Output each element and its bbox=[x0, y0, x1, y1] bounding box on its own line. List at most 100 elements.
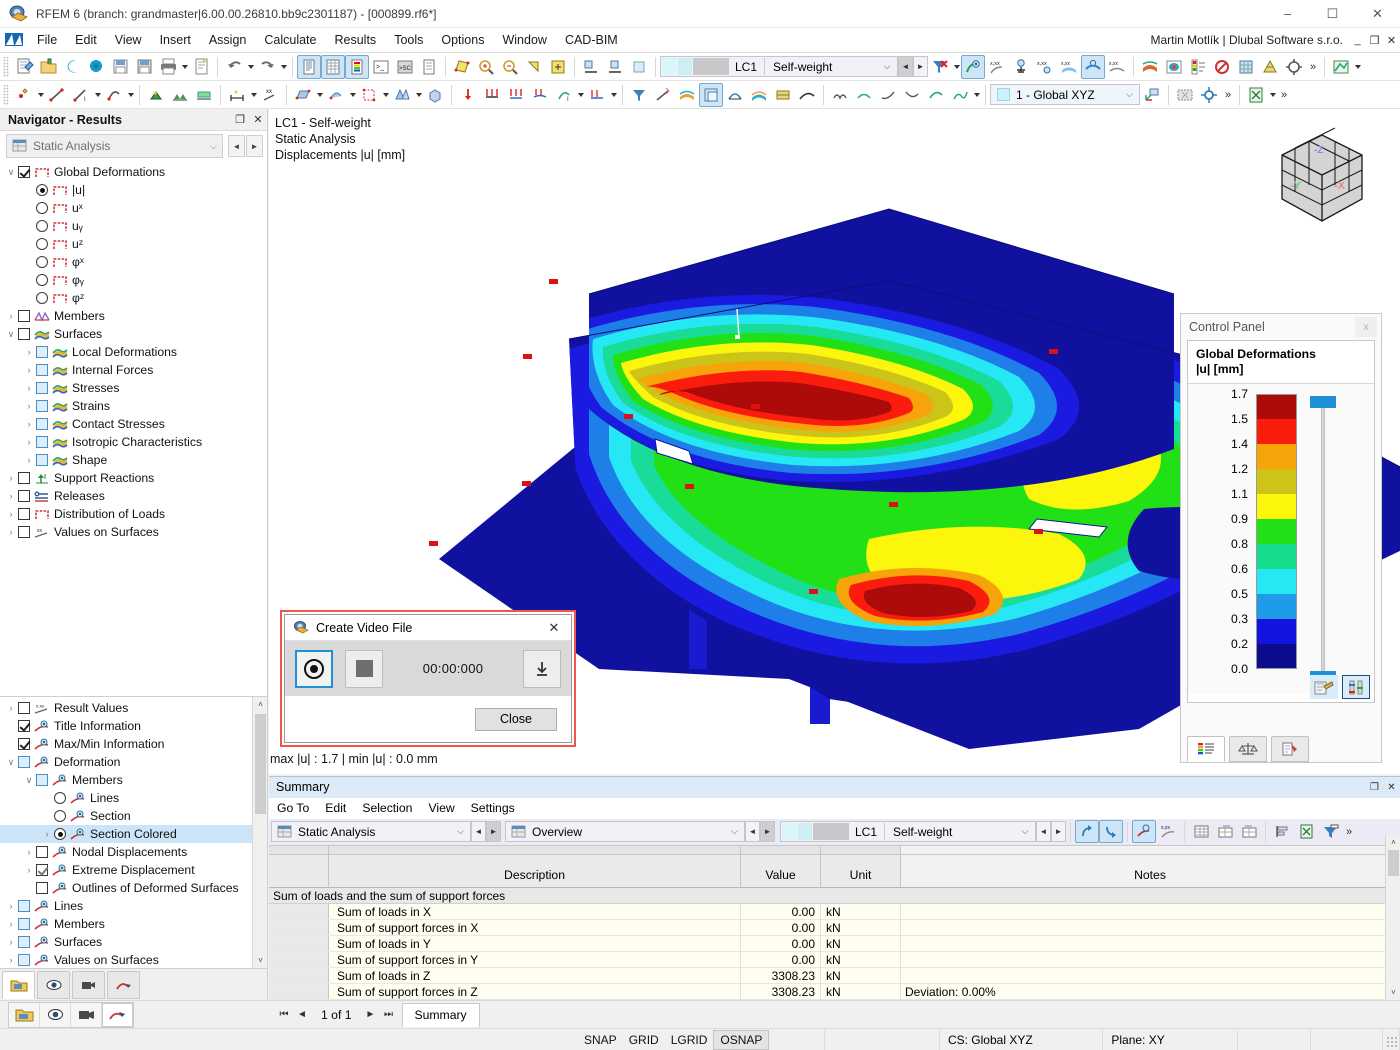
save-as-icon[interactable] bbox=[108, 55, 132, 79]
legend-slider-thumb-max[interactable] bbox=[1310, 396, 1336, 408]
load-case-next-button[interactable]: ► bbox=[913, 56, 928, 77]
table-scroll-down-button[interactable]: ˅ bbox=[1386, 985, 1400, 1000]
checkbox[interactable] bbox=[18, 526, 30, 538]
legend-color-swatch[interactable] bbox=[1256, 469, 1297, 494]
chevron-right-icon[interactable]: › bbox=[22, 865, 36, 875]
view-options-dropdown-caret[interactable] bbox=[1353, 55, 1362, 79]
checkbox[interactable] bbox=[36, 846, 48, 858]
checkbox-checked[interactable] bbox=[18, 720, 30, 732]
chevron-down-icon[interactable]: ⌵ bbox=[1120, 89, 1139, 100]
column-header-unit[interactable]: Unit bbox=[821, 854, 901, 888]
lgrid-toggle[interactable]: LGRID bbox=[665, 1031, 714, 1049]
cloud-model-icon[interactable] bbox=[84, 55, 108, 79]
mdi-minimize-button[interactable]: _ bbox=[1349, 31, 1366, 49]
summary-view-selector[interactable]: Overview ⌵ bbox=[505, 821, 745, 843]
table-insert-col-icon[interactable] bbox=[1237, 820, 1261, 843]
window-maximize-button[interactable]: ☐ bbox=[1310, 0, 1355, 28]
palette-icon[interactable] bbox=[1310, 675, 1338, 699]
filter-table-icon[interactable] bbox=[1318, 820, 1342, 843]
checkbox-disabled[interactable] bbox=[36, 418, 48, 430]
navigator-scroll-down-button[interactable]: ˅ bbox=[253, 953, 267, 968]
section-view-icon[interactable] bbox=[771, 83, 795, 107]
summary-lc-prev-button[interactable]: ◄ bbox=[1036, 821, 1051, 843]
checkbox-disabled[interactable] bbox=[36, 364, 48, 376]
new-member-icon[interactable] bbox=[102, 83, 126, 107]
coordinate-system-selector[interactable]: 1 - Global XYZ ⌵ bbox=[990, 84, 1140, 105]
surface-set-dropdown-caret[interactable] bbox=[414, 83, 423, 107]
table-row[interactable]: Sum of support forces in Y 0.00 kN bbox=[269, 952, 1400, 969]
summary-menu-selection[interactable]: Selection bbox=[354, 799, 420, 817]
navigator-prev-button[interactable]: ◄ bbox=[228, 135, 245, 157]
checkbox-disabled[interactable] bbox=[36, 774, 48, 786]
result-diagram-icon[interactable] bbox=[1009, 55, 1033, 79]
diagram-1-icon[interactable] bbox=[828, 83, 852, 107]
radio-button[interactable] bbox=[36, 256, 48, 268]
print-dropdown-caret[interactable] bbox=[180, 55, 189, 79]
legend-color-swatch[interactable] bbox=[1256, 644, 1297, 669]
checkbox-disabled[interactable] bbox=[36, 454, 48, 466]
control-panel-toggle-icon[interactable] bbox=[345, 54, 369, 79]
legend-color-swatch[interactable] bbox=[1256, 444, 1297, 469]
tree-item-[interactable]: φᶻ bbox=[0, 289, 267, 307]
record-button[interactable] bbox=[295, 649, 333, 688]
view-side-icon[interactable] bbox=[603, 55, 627, 79]
summary-undock-button[interactable]: ❐ bbox=[1366, 778, 1383, 796]
summary-menu-edit[interactable]: Edit bbox=[317, 799, 354, 817]
summary-table-scrollbar[interactable]: ˄ ˅ bbox=[1385, 835, 1400, 1000]
toolbar-overflow-button[interactable]: » bbox=[1306, 55, 1320, 79]
tree-item-u[interactable]: uˣ bbox=[0, 199, 267, 217]
summary-analysis-prev-button[interactable]: ◄ bbox=[471, 821, 486, 843]
undo-dropdown-caret[interactable] bbox=[246, 55, 255, 79]
new-line-icon[interactable] bbox=[45, 83, 69, 107]
legend-color-swatch[interactable] bbox=[1256, 544, 1297, 569]
tree-item-isotropic-characteristics[interactable]: › Isotropic Characteristics bbox=[0, 433, 267, 451]
table-row[interactable]: Sum of loads in Z 3308.23 kN bbox=[269, 968, 1400, 985]
checkbox-disabled[interactable] bbox=[36, 400, 48, 412]
report-icon[interactable] bbox=[417, 55, 441, 79]
legend-color-swatch[interactable] bbox=[1256, 619, 1297, 644]
tree-item-global-deformations[interactable]: ∨ Global Deformations bbox=[0, 163, 267, 181]
solid-dropdown-caret[interactable] bbox=[348, 83, 357, 107]
toolbar-overflow-3-button[interactable]: » bbox=[1277, 83, 1291, 107]
printout-report-icon[interactable] bbox=[189, 55, 213, 79]
render-wire-icon[interactable] bbox=[723, 83, 747, 107]
tree-item-u[interactable]: uᶻ bbox=[0, 235, 267, 253]
new-model-icon[interactable] bbox=[12, 55, 36, 79]
chevron-right-icon[interactable]: › bbox=[22, 347, 36, 357]
navigator-close-button[interactable]: ✕ bbox=[249, 111, 267, 129]
checkbox[interactable] bbox=[18, 328, 30, 340]
legend-color-swatch[interactable] bbox=[1256, 569, 1297, 594]
video-dialog-close-button[interactable]: Close bbox=[475, 707, 557, 731]
mesh-icon[interactable] bbox=[1258, 55, 1282, 79]
excel-export-icon[interactable] bbox=[1294, 820, 1318, 843]
tree-item-lines[interactable]: › Lines bbox=[0, 897, 267, 915]
cp-tab-factors[interactable] bbox=[1229, 736, 1267, 762]
tree-item-[interactable]: φᵧ bbox=[0, 271, 267, 289]
menu-insert[interactable]: Insert bbox=[151, 30, 200, 50]
tree-item-contact-stresses[interactable]: › Contact Stresses bbox=[0, 415, 267, 433]
results-view-button[interactable] bbox=[102, 1002, 133, 1027]
tab-view-navigator[interactable] bbox=[37, 970, 70, 999]
stop-button[interactable] bbox=[345, 649, 383, 688]
tree-item-strains[interactable]: › Strains bbox=[0, 397, 267, 415]
legend-color-swatch[interactable] bbox=[1256, 394, 1297, 419]
opening-dropdown-caret[interactable] bbox=[381, 83, 390, 107]
menu-tools[interactable]: Tools bbox=[385, 30, 432, 50]
tree-item-title-information[interactable]: Title Information bbox=[0, 717, 267, 735]
tree-item-nodal-displacements[interactable]: › Nodal Displacements bbox=[0, 843, 267, 861]
chevron-down-icon[interactable]: ⌵ bbox=[877, 61, 897, 72]
column-header-rownum[interactable] bbox=[269, 854, 329, 888]
chevron-right-icon[interactable]: › bbox=[22, 401, 36, 411]
checkbox[interactable] bbox=[18, 490, 30, 502]
mdi-close-button[interactable]: ✕ bbox=[1383, 31, 1400, 49]
menu-options[interactable]: Options bbox=[432, 30, 493, 50]
free-load-dropdown-caret[interactable] bbox=[576, 83, 585, 107]
navigator-scroll-thumb[interactable] bbox=[255, 714, 266, 814]
osnap-toggle[interactable]: OSNAP bbox=[713, 1029, 770, 1050]
work-plane-icon[interactable] bbox=[1173, 83, 1197, 107]
surface-colors-icon[interactable] bbox=[747, 83, 771, 107]
deformation-display-icon[interactable] bbox=[1081, 54, 1105, 79]
script-icon[interactable]: >SC bbox=[393, 55, 417, 79]
color-surface-icon[interactable] bbox=[675, 83, 699, 107]
zoom-out-icon[interactable] bbox=[498, 55, 522, 79]
